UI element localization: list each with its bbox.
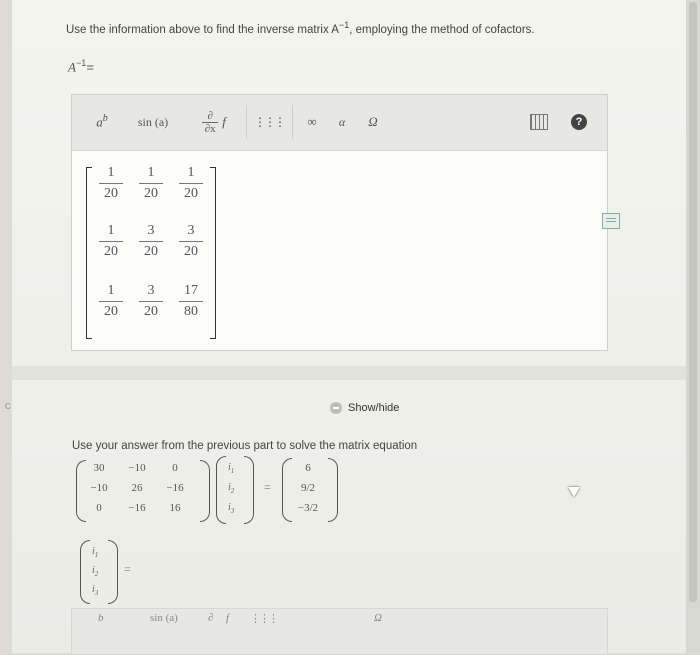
collapse-icon	[330, 402, 342, 414]
keyboard-button[interactable]	[526, 105, 552, 139]
coeff-cell: 26	[131, 482, 143, 494]
matrix-bracket-left	[86, 167, 92, 339]
matrix-button[interactable]: ⋮⋮⋮	[252, 105, 286, 139]
inverse-matrix: 1 20 1 20 1 20 1 20 3 20 3 20 1 20 3 20 17 80	[86, 163, 216, 343]
omega-icon[interactable]: Ω	[374, 612, 382, 624]
matrix-grid-icon[interactable]: ⋮⋮⋮	[250, 612, 279, 625]
variable-i2: i2	[228, 482, 235, 495]
scrollbar-thumb[interactable]	[689, 2, 697, 602]
answer-label-sup: −1	[75, 58, 87, 68]
section-divider	[12, 366, 686, 380]
answer-label-equals: =	[86, 59, 94, 75]
toolbar-divider	[292, 105, 293, 139]
matrix-cell: 3 20	[136, 223, 166, 260]
paren-right	[328, 458, 338, 522]
coeff-cell: −10	[128, 462, 146, 474]
coeff-cell: 16	[169, 502, 181, 514]
paren-left	[76, 460, 86, 522]
variable-i3: i3	[92, 584, 99, 597]
matrix-cell: 3 20	[136, 283, 166, 320]
matrix-grid-icon: ⋮⋮⋮	[254, 114, 286, 129]
coeff-cell: −10	[90, 482, 108, 494]
infinity-icon: ∞	[307, 114, 317, 129]
show-hide-toggle[interactable]: Show/hide	[330, 402, 399, 414]
question-prompt: Use the information above to find the in…	[66, 20, 535, 36]
equals-sign: =	[124, 562, 131, 576]
help-icon: ?	[571, 114, 587, 130]
rhs-cell: 6	[305, 462, 311, 474]
mouse-cursor-icon	[568, 487, 580, 497]
math-toolbar: ab sin (a) ∂ ∂x f ⋮⋮⋮ ∞ α Ω ?	[72, 95, 607, 151]
derivative-icon[interactable]: ∂	[208, 612, 213, 624]
power-icon: ab	[96, 113, 108, 130]
answer-label-name: A	[68, 59, 76, 75]
coeff-cell: −16	[128, 502, 146, 514]
matrix-cell: 1 20	[96, 223, 126, 260]
paren-right	[108, 540, 118, 604]
variable-i2: i2	[92, 565, 99, 578]
answer-label: A−1=	[68, 58, 94, 75]
derivative-button[interactable]: ∂ ∂x f	[186, 105, 242, 139]
matrix-cell: 1 20	[96, 165, 126, 202]
coeff-cell: 30	[93, 462, 105, 474]
matrix-cell: 1 20	[136, 165, 166, 202]
keyboard-icon	[530, 114, 548, 130]
help-button[interactable]: ?	[566, 105, 592, 139]
variable-i1: i1	[92, 546, 99, 559]
matrix-cell: 1 20	[96, 283, 126, 320]
omega-icon: Ω	[368, 114, 378, 129]
show-hide-label: Show/hide	[348, 402, 400, 414]
question-page: Use the information above to find the in…	[12, 0, 686, 655]
paren-left	[80, 540, 90, 604]
math-answer-editor[interactable]: ab sin (a) ∂ ∂x f ⋮⋮⋮ ∞ α Ω ? 1 20 1 20 …	[71, 94, 608, 351]
power-icon[interactable]: b	[98, 612, 104, 624]
matrix-cell: 1 20	[176, 165, 206, 202]
function-icon: sin (a)	[137, 114, 169, 129]
omega-button[interactable]: Ω	[358, 105, 388, 139]
rhs-cell: −3/2	[297, 502, 319, 514]
equation-prompt: Use your answer from the previous part t…	[72, 440, 418, 452]
document-icon[interactable]	[602, 213, 620, 229]
prompt-superscript: −1	[338, 20, 350, 30]
side-marker: C	[5, 402, 11, 411]
paren-left	[216, 456, 226, 524]
prompt-text: Use the information above to find the in…	[66, 23, 339, 36]
f-icon[interactable]: f	[226, 612, 229, 624]
equals-sign: =	[264, 480, 271, 494]
alpha-icon: α	[338, 114, 346, 129]
power-button[interactable]: ab	[84, 105, 120, 139]
prompt-text-end: , employing the method of cofactors.	[349, 23, 535, 36]
derivative-icon: ∂ ∂x f	[202, 110, 226, 135]
rhs-cell: 9/2	[300, 482, 316, 494]
scrollbar[interactable]	[686, 0, 700, 653]
coeff-cell: 0	[172, 462, 178, 474]
matrix-cell: 3 20	[176, 223, 206, 260]
function-icon[interactable]: sin (a)	[150, 612, 178, 624]
paren-right	[200, 460, 210, 522]
paren-right	[244, 456, 254, 524]
coeff-cell: 0	[96, 502, 102, 514]
infinity-button[interactable]: ∞	[298, 105, 326, 139]
matrix-bracket-right	[210, 167, 216, 339]
matrix-cell: 17 80	[176, 283, 206, 320]
variable-i3: i3	[228, 502, 235, 515]
function-button[interactable]: sin (a)	[124, 105, 182, 139]
toolbar-divider	[246, 105, 247, 139]
coeff-cell: −16	[166, 482, 184, 494]
variable-i1: i1	[228, 462, 235, 475]
alpha-button[interactable]: α	[328, 105, 356, 139]
